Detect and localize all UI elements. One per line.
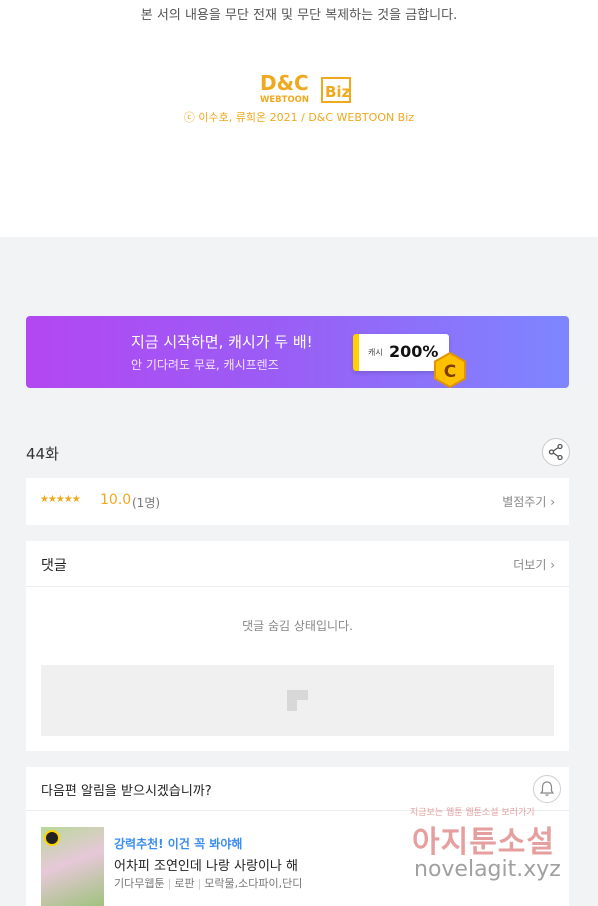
comments-card: 댓글 더보기 › 댓글 숨김 상태입니다.	[26, 541, 569, 751]
notify-question: 다음편 알림을 받으시겠습니까?	[41, 784, 212, 799]
comments-hidden-message: 댓글 숨김 상태입니다.	[242, 619, 353, 633]
rating-stars: ★★★★★	[40, 494, 81, 505]
svg-text:C: C	[444, 362, 456, 382]
comments-title: 댓글	[41, 558, 67, 574]
meta-type: 기다무웹툰	[114, 877, 165, 890]
rating-count: (1명)	[132, 496, 161, 510]
copyright-notice: 본 서의 내용을 무단 전재 및 무단 복제하는 것을 금합니다.	[140, 8, 458, 23]
episode-title: 44화	[26, 445, 59, 463]
recommendation-meta: 기다무웹툰 | 로판 | 모락물,소다파이,단디	[114, 877, 303, 890]
rating-card: ★★★★★ 10.0 (1명) 별점주기 ›	[26, 478, 569, 525]
rating-score: 10.0	[100, 492, 132, 508]
recommendation-thumbnail[interactable]	[41, 827, 104, 906]
footer-area: 본 서의 내용을 무단 전재 및 무단 복제하는 것을 금합니다. D&C WE…	[0, 0, 598, 237]
comments-more-link[interactable]: 더보기 ›	[513, 556, 555, 573]
cash-promo-banner[interactable]: 지금 시작하면, 캐시가 두 배! 안 기다려도 무료, 캐시프렌즈 캐시 20…	[26, 316, 569, 388]
watermark-url: novelagit.xyz	[414, 857, 561, 882]
placeholder-icon	[287, 690, 308, 711]
cash-label: 캐시	[368, 348, 383, 357]
recommendation-title[interactable]: 어차피 조연인데 나랑 사랑이나 해	[114, 855, 298, 874]
comments-header: 댓글 더보기 ›	[26, 541, 569, 587]
notify-bell-button[interactable]	[533, 775, 561, 803]
meta-genre: 로판	[174, 877, 195, 890]
copyright-text: ⓒ 이수호, 류희온 2021 / D&C WEBTOON Biz	[183, 111, 415, 124]
banner-title: 지금 시작하면, 캐시가 두 배!	[131, 333, 313, 351]
cash-coin-icon: C	[434, 352, 466, 388]
bell-icon	[539, 781, 555, 796]
rate-button[interactable]: 별점주기 ›	[502, 493, 555, 510]
site-watermark: 지금보는 웹툰 웹툰소설 보러가기 아지툰소설 novelagit.xyz	[410, 803, 598, 906]
recommendation-label: 강력추천! 이건 꼭 봐야해	[114, 837, 243, 851]
svg-text:WEBTOON: WEBTOON	[260, 95, 309, 105]
ad-placeholder	[41, 665, 554, 736]
watermark-title: 아지툰소설	[412, 825, 555, 860]
share-button[interactable]	[542, 438, 570, 466]
svg-text:Biz: Biz	[325, 83, 351, 101]
dc-webtoon-biz-logo: D&C WEBTOON Biz	[260, 71, 351, 105]
banner-subtitle: 안 기다려도 무료, 캐시프렌즈	[131, 358, 279, 372]
share-icon	[548, 443, 563, 461]
meta-authors: 모락물,소다파이,단디	[204, 877, 303, 890]
clock-badge-icon	[44, 830, 60, 846]
svg-text:D&C: D&C	[260, 71, 309, 95]
